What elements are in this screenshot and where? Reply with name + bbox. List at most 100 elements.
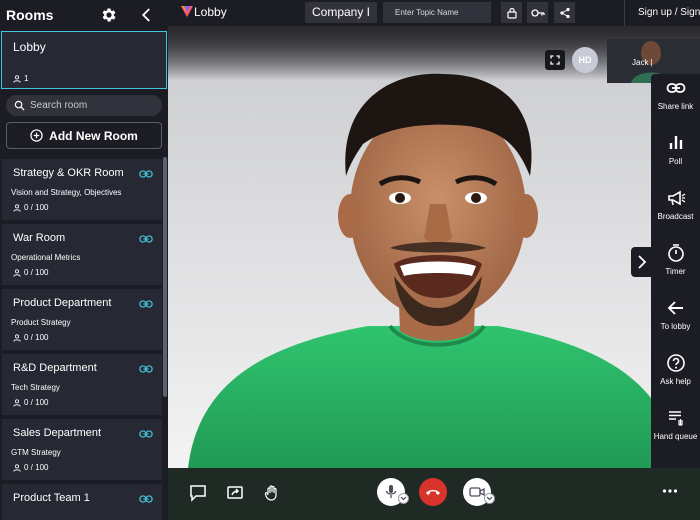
room-name: Strategy & OKR Room [13,167,124,179]
room-subtitle: Product Strategy [11,318,71,327]
company-name-field[interactable]: Company I [305,2,377,23]
lock-button[interactable] [501,2,522,23]
add-new-room-button[interactable]: Add New Room [6,122,162,149]
share-icon [559,7,570,18]
person-icon [13,463,21,472]
add-new-room-label: Add New Room [49,128,138,143]
room-count-value: 0 / 100 [24,463,49,472]
room-subtitle: GTM Strategy [11,448,61,457]
plus-circle-icon [30,129,43,142]
person-icon [13,74,21,83]
share-button[interactable] [554,2,575,23]
to-lobby-label: To lobby [660,322,691,331]
hand-queue-label: Hand queue [653,432,698,441]
link-icon[interactable] [139,234,153,244]
room-subtitle: Tech Strategy [11,383,60,392]
room-participant-count: 0 / 100 [13,333,48,342]
bottom-controls-bar [168,468,700,520]
room-participant-count: 0 / 100 [13,268,48,277]
sidebar-header: Rooms [0,0,168,30]
participant-video [168,26,700,468]
room-participant-count: 0 / 100 [13,203,48,212]
room-count-value: 0 / 100 [24,203,49,212]
link-icon[interactable] [139,364,153,374]
search-room-box[interactable] [6,95,162,116]
more-options-icon[interactable] [662,488,678,494]
link-icon [666,83,686,93]
topic-name-input[interactable] [383,2,491,23]
person-icon [13,268,21,277]
broadcast-label: Broadcast [657,212,694,221]
sidebar-title: Rooms [6,7,54,23]
person-icon [13,398,21,407]
poll-icon [669,136,683,149]
room-card[interactable]: R&D Department Tech Strategy 0 / 100 [2,354,162,415]
sign-up-sign-in-link[interactable]: Sign up / Sign in [638,7,700,18]
room-count-value: 0 / 100 [24,398,49,407]
timer-icon [668,244,684,262]
link-icon[interactable] [139,429,153,439]
search-room-input[interactable] [30,97,156,114]
raise-hand-icon[interactable] [263,484,281,502]
chevron-down-icon [486,496,493,501]
logo-icon [181,6,193,17]
lobby-room-name: Lobby [13,40,46,54]
hand-queue-button[interactable]: Hand queue [651,406,700,458]
fullscreen-button[interactable] [545,50,565,70]
app-window: Rooms Lobby 1 Add New Roo [0,0,700,520]
hang-up-button[interactable] [419,478,447,506]
microphone-icon [385,485,397,498]
chevron-down-icon [400,496,407,501]
megaphone-icon [668,190,686,206]
room-card[interactable]: Product Department Product Strategy 0 / … [2,289,162,350]
room-name: Sales Department [13,427,102,439]
chevron-left-icon[interactable] [138,6,156,24]
lock-icon [506,7,517,19]
timer-button[interactable]: Timer [651,241,700,293]
poll-label: Poll [668,157,683,166]
lobby-count-value: 1 [24,74,29,83]
room-count-value: 0 / 100 [24,268,49,277]
room-name: R&D Department [13,362,97,374]
link-icon[interactable] [139,494,153,504]
room-count-value: 0 / 100 [24,333,49,342]
key-icon [530,8,545,17]
broadcast-button[interactable]: Broadcast [651,186,700,238]
share-link-label: Share link [657,102,694,111]
ask-help-label: Ask help [660,377,691,386]
app-title: Lobby [194,5,227,19]
panel-toggle-button[interactable] [631,247,653,277]
person-icon [13,333,21,342]
room-card[interactable]: Strategy & OKR Room Vision and Strategy,… [2,159,162,220]
thumbnail-participant-name: Jack | [632,58,653,67]
microphone-options-button[interactable] [398,493,409,504]
link-icon[interactable] [139,299,153,309]
gear-icon[interactable] [100,6,118,24]
camera-options-button[interactable] [484,493,495,504]
share-link-button[interactable]: Share link [651,76,700,128]
hd-quality-badge[interactable]: HD [572,47,598,73]
sidebar-scrollbar[interactable] [163,157,167,397]
phone-hangup-icon [426,490,440,495]
screen-share-icon[interactable] [226,484,244,502]
chat-icon[interactable] [189,484,207,502]
fullscreen-icon [550,55,560,65]
timer-label: Timer [665,267,686,276]
room-name: Product Department [13,297,112,309]
room-card[interactable]: Sales Department GTM Strategy 0 / 100 [2,419,162,480]
video-camera-icon [469,487,485,497]
room-list: Strategy & OKR Room Vision and Strategy,… [0,157,162,520]
room-card[interactable]: Product Team 1 [2,484,162,520]
lobby-room-card[interactable]: Lobby 1 [1,31,167,89]
topbar-divider [624,0,625,26]
main-video-area: HD Jack | [168,26,700,468]
room-participant-count: 0 / 100 [13,463,48,472]
ask-help-button[interactable]: Ask help [651,351,700,403]
link-icon[interactable] [139,169,153,179]
key-button[interactable] [527,2,548,23]
poll-button[interactable]: Poll [651,131,700,183]
person-icon [13,203,21,212]
room-subtitle: Operational Metrics [11,253,81,262]
to-lobby-button[interactable]: To lobby [651,296,700,348]
room-card[interactable]: War Room Operational Metrics 0 / 100 [2,224,162,285]
